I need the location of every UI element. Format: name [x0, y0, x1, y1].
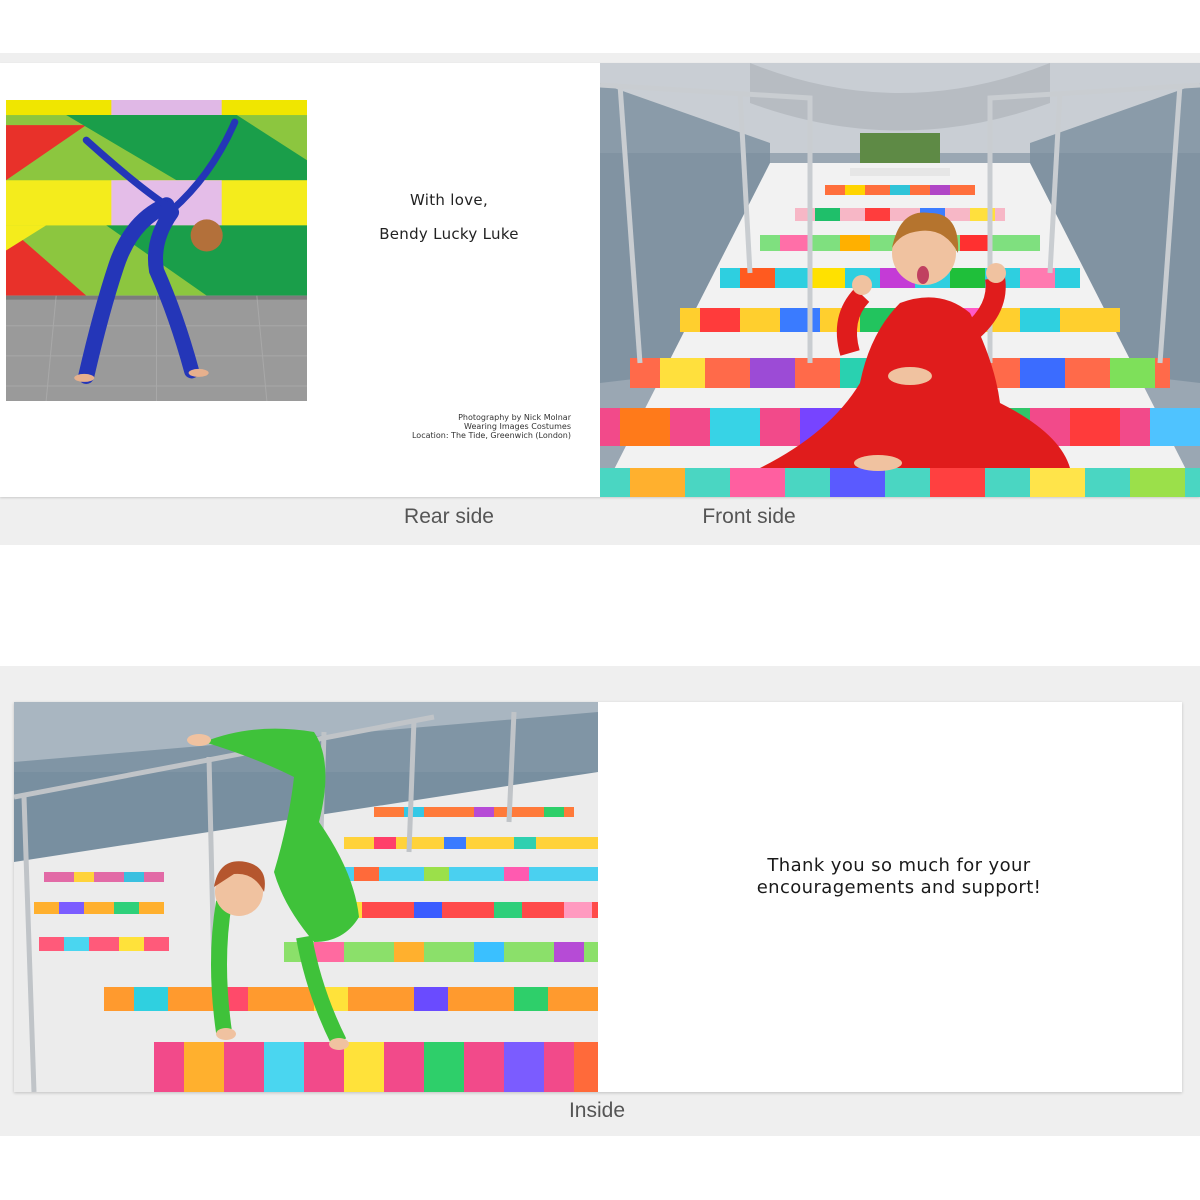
rear-photo — [6, 100, 307, 401]
card-inside-spread: Thank you so much for your encouragement… — [14, 702, 1182, 1092]
credit-photographer: Photography by Nick Molnar — [458, 413, 571, 422]
rear-side-label: Rear side — [404, 505, 494, 528]
rear-photo-image — [6, 100, 307, 401]
front-side-label: Front side — [702, 505, 796, 528]
inside-message-line2: encouragements and support! — [756, 877, 1042, 898]
rear-message-line1: With love, — [409, 191, 489, 209]
card-outer-spread: With love, Bendy Lucky Luke Photography … — [0, 63, 1200, 497]
photo-credits: Photography by Nick Molnar Wearing Image… — [412, 413, 571, 440]
inside-photo-image — [14, 702, 598, 1092]
inside-message: Thank you so much for your encouragement… — [714, 855, 1084, 899]
credit-location: Location: The Tide, Greenwich (London) — [411, 431, 571, 440]
inside-message-line1: Thank you so much for your — [767, 855, 1031, 876]
inside-photo — [14, 702, 598, 1092]
rear-message-line2: Bendy Lucky Luke — [379, 225, 519, 243]
front-photo — [600, 63, 1200, 497]
credit-costumes: Wearing Images Costumes — [464, 422, 571, 431]
front-photo-image — [600, 63, 1200, 497]
inside-label: Inside — [568, 1099, 626, 1122]
